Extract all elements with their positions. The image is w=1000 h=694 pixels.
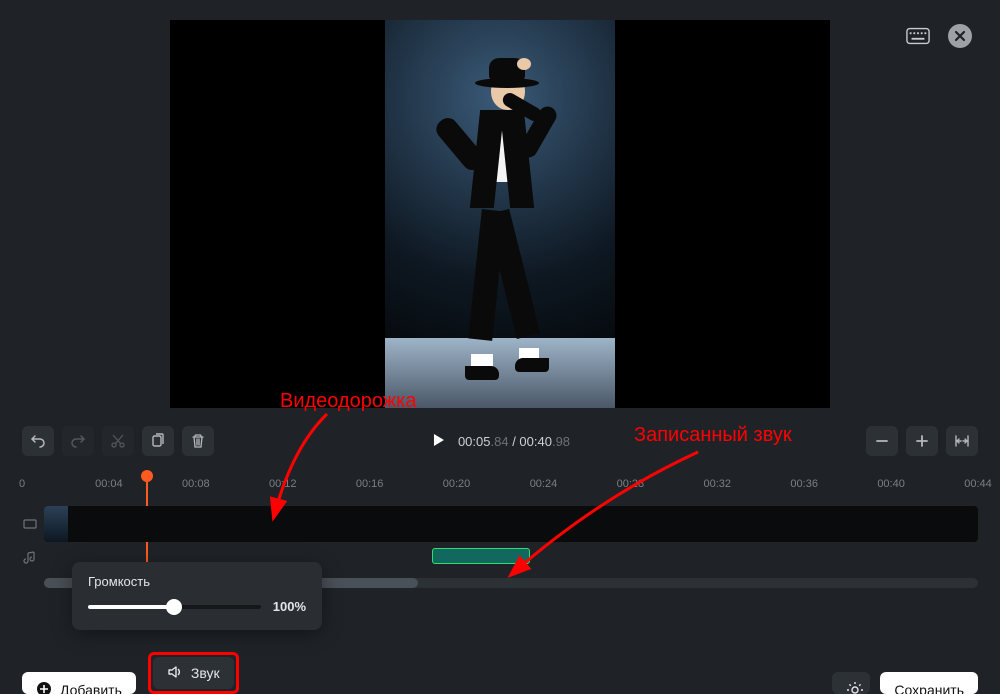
ruler-tick: 0: [19, 478, 25, 490]
keyboard-icon[interactable]: [906, 24, 930, 48]
cut-button: [102, 426, 134, 456]
playback-time: 00:05.84 / 00:40.98: [458, 434, 570, 449]
video-clip-thumb: [44, 506, 68, 542]
sound-label: Звук: [191, 665, 220, 681]
ruler-tick: 00:20: [443, 478, 471, 490]
audio-track-icon: [22, 550, 38, 564]
volume-value: 100%: [273, 599, 306, 614]
volume-title: Громкость: [88, 574, 306, 589]
ruler-tick: 00:08: [182, 478, 210, 490]
zoom-in-button[interactable]: [906, 426, 938, 456]
redo-button: [62, 426, 94, 456]
undo-button[interactable]: [22, 426, 54, 456]
timeline-ruler[interactable]: 0 00:04 00:08 00:12 00:16 00:20 00:24 00:28 00:3…: [22, 476, 978, 504]
add-label: Добавить: [60, 682, 122, 694]
delete-button[interactable]: [182, 426, 214, 456]
video-track-icon: [22, 517, 38, 531]
ruler-tick: 00:12: [269, 478, 297, 490]
video-preview[interactable]: [170, 20, 830, 408]
ruler-tick: 00:04: [95, 478, 123, 490]
speaker-icon: [167, 664, 183, 683]
volume-slider[interactable]: [88, 605, 261, 609]
volume-popover: Громкость 100%: [72, 562, 322, 630]
zoom-out-button[interactable]: [866, 426, 898, 456]
ruler-tick: 00:28: [617, 478, 645, 490]
settings-button[interactable]: [832, 672, 870, 694]
video-track[interactable]: [44, 506, 978, 542]
gear-icon: [846, 681, 864, 694]
save-label: Сохранить: [894, 682, 964, 694]
add-button[interactable]: Добавить: [22, 672, 136, 694]
ruler-tick: 00:16: [356, 478, 384, 490]
slider-handle[interactable]: [166, 599, 182, 615]
fit-timeline-button[interactable]: [946, 426, 978, 456]
ruler-tick: 00:24: [530, 478, 558, 490]
save-button[interactable]: Сохранить: [880, 672, 978, 694]
copy-button[interactable]: [142, 426, 174, 456]
ruler-tick: 00:44: [964, 478, 992, 490]
sound-button[interactable]: Звук: [153, 657, 234, 689]
ruler-tick: 00:40: [877, 478, 905, 490]
play-button[interactable]: [430, 432, 446, 451]
audio-clip[interactable]: [432, 548, 530, 564]
plus-circle-icon: [36, 681, 52, 694]
preview-frame: [385, 20, 615, 408]
ruler-tick: 00:32: [704, 478, 732, 490]
close-icon[interactable]: [948, 24, 972, 48]
ruler-tick: 00:36: [790, 478, 818, 490]
sound-button-highlight: Звук: [148, 652, 239, 694]
